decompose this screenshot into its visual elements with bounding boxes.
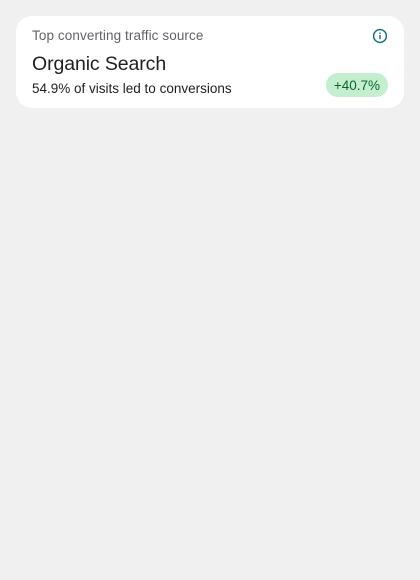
source-name: Organic Search xyxy=(32,53,167,75)
conversion-detail: 54.9% of visits led to conversions xyxy=(32,81,232,96)
change-badge: +40.7% xyxy=(325,73,388,97)
top-source-card: Top converting traffic source Organic Se… xyxy=(16,16,404,108)
info-icon[interactable] xyxy=(372,28,388,44)
card-title: Top converting traffic source xyxy=(32,28,204,43)
